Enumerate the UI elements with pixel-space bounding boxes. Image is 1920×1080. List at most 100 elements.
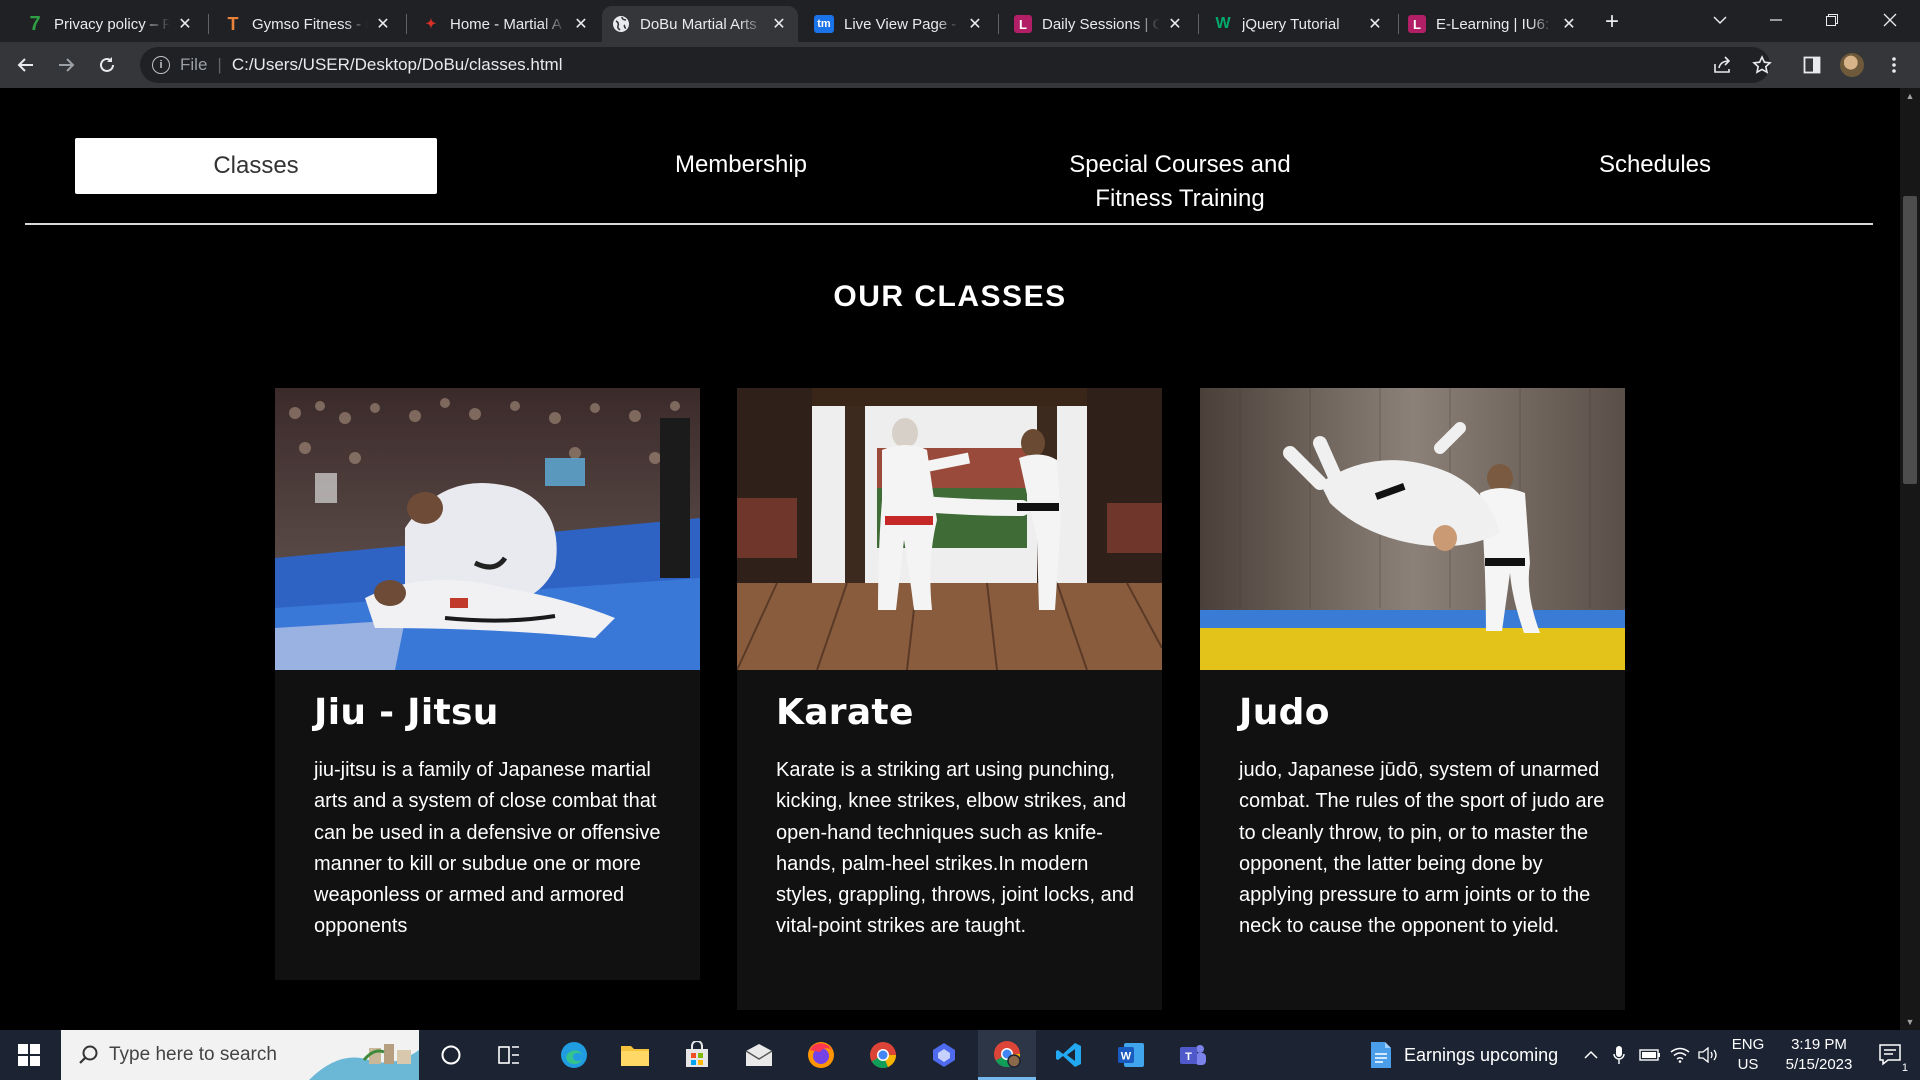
tab-title: Live View Page - — [844, 15, 957, 33]
tab-separator — [998, 14, 999, 34]
back-button[interactable] — [10, 49, 42, 81]
share-icon[interactable] — [1707, 49, 1739, 81]
tab-title: jQuery Tutorial — [1242, 15, 1340, 33]
taskbar-word[interactable]: W — [1102, 1030, 1160, 1080]
address-bar[interactable]: i File | C:/Users/USER/Desktop/DoBu/clas… — [140, 47, 1770, 83]
search-placeholder: Type here to search — [109, 1044, 277, 1065]
close-icon[interactable]: ✕ — [1166, 15, 1184, 33]
tab-title: Gymso Fitness - L — [252, 15, 368, 33]
scrollbar-thumb[interactable] — [1903, 196, 1917, 484]
class-name: Jiu - Jitsu — [314, 692, 499, 733]
taskbar-firefox[interactable] — [792, 1030, 850, 1080]
page-scrollbar[interactable]: ▲ ▼ — [1900, 88, 1920, 1030]
start-button[interactable] — [0, 1030, 58, 1080]
volume-icon[interactable] — [1694, 1030, 1722, 1080]
language-indicator[interactable]: ENG US — [1728, 1030, 1768, 1080]
windows-logo-icon — [18, 1044, 40, 1066]
menu-kebab-icon[interactable] — [1878, 49, 1910, 81]
search-icon — [79, 1045, 98, 1064]
close-icon[interactable]: ✕ — [176, 15, 194, 33]
close-window-button[interactable] — [1862, 0, 1918, 40]
news-widget[interactable]: Earnings upcoming — [1368, 1030, 1568, 1080]
new-tab-button[interactable]: + — [1598, 8, 1626, 36]
taskbar-mail[interactable] — [730, 1030, 788, 1080]
cortana-circle-icon — [441, 1045, 461, 1065]
browser-tab[interactable]: T Gymso Fitness - L ✕ — [214, 6, 402, 42]
scroll-down-arrow-icon[interactable]: ▼ — [1900, 1014, 1920, 1030]
microphone-icon[interactable] — [1606, 1030, 1632, 1080]
nav-special-courses-line1: Special Courses and — [1069, 151, 1291, 178]
close-icon[interactable]: ✕ — [770, 15, 788, 33]
taskbar-teams[interactable]: T — [1164, 1030, 1222, 1080]
nav-special-courses-line2: Fitness Training — [1095, 185, 1265, 212]
taskbar-vscode[interactable] — [1040, 1030, 1098, 1080]
search-highlight-image — [309, 1030, 419, 1080]
close-icon[interactable]: ✕ — [1560, 15, 1578, 33]
svg-text:W: W — [1121, 1051, 1132, 1063]
tab-separator — [1198, 14, 1199, 34]
close-icon[interactable]: ✕ — [374, 15, 392, 33]
w3-icon: W — [1215, 15, 1231, 32]
app-diamond-icon — [933, 1043, 955, 1067]
reload-button[interactable] — [91, 49, 123, 81]
judo-photo — [1200, 388, 1625, 670]
profile-avatar[interactable] — [1838, 51, 1866, 79]
minimize-button[interactable] — [1748, 0, 1804, 40]
taskbar-power-automate[interactable] — [915, 1030, 973, 1080]
wifi-icon[interactable] — [1666, 1030, 1694, 1080]
browser-tab[interactable]: tm Live View Page - ✕ — [804, 6, 994, 42]
bookmark-star-icon[interactable] — [1746, 49, 1778, 81]
news-widget-text: Earnings upcoming — [1404, 1044, 1559, 1065]
forward-button[interactable] — [50, 49, 82, 81]
browser-tab[interactable]: ✦ Home - Martial A ✕ — [412, 6, 600, 42]
jiu-jitsu-photo — [275, 388, 700, 670]
firefox-icon — [808, 1042, 834, 1068]
clock[interactable]: 3:19 PM 5/15/2023 — [1774, 1030, 1864, 1080]
cortana-button[interactable] — [422, 1030, 480, 1080]
taskbar-search[interactable]: Type here to search — [61, 1030, 419, 1080]
browser-tab[interactable]: 7 Privacy policy – Pi ✕ — [16, 6, 204, 42]
info-icon[interactable]: i — [152, 56, 170, 74]
nav-membership[interactable]: Membership — [591, 148, 891, 182]
scroll-up-arrow-icon[interactable]: ▲ — [1900, 88, 1920, 104]
earnings-report-icon — [1371, 1042, 1391, 1068]
browser-tab[interactable]: L Daily Sessions | C ✕ — [1004, 6, 1194, 42]
tab-search-icon[interactable] — [1692, 0, 1748, 40]
taskbar-store[interactable] — [668, 1030, 726, 1080]
browser-tab-strip: 7 Privacy policy – Pi ✕ T Gymso Fitness … — [0, 0, 1920, 42]
class-description: jiu-jitsu is a family of Japanese martia… — [314, 759, 661, 938]
side-panel-icon[interactable] — [1796, 49, 1828, 81]
restore-button[interactable] — [1804, 0, 1860, 40]
browser-tab-active[interactable]: DoBu Martial Arts ✕ — [602, 6, 798, 42]
nav-schedules[interactable]: Schedules — [1505, 148, 1805, 182]
browser-tab[interactable]: L E-Learning | IU6: ✕ — [1398, 6, 1588, 42]
task-view-button[interactable] — [480, 1030, 538, 1080]
chevron-up-icon[interactable] — [1580, 1030, 1602, 1080]
nav-special-courses[interactable]: Special Courses and Fitness Training — [1025, 148, 1335, 216]
address-divider: | — [217, 55, 222, 74]
class-description: Karate is a striking art using punching,… — [776, 759, 1134, 938]
taskbar-file-explorer[interactable] — [606, 1030, 664, 1080]
folder-icon — [621, 1046, 649, 1066]
taskbar-chrome-profile[interactable] — [978, 1030, 1036, 1080]
martial-icon: ✦ — [425, 16, 437, 31]
close-icon[interactable]: ✕ — [572, 15, 590, 33]
action-center-button[interactable]: 1 — [1868, 1030, 1914, 1080]
chrome-icon — [870, 1042, 896, 1069]
edge-icon — [561, 1042, 587, 1068]
url-text[interactable]: C:/Users/USER/Desktop/DoBu/classes.html — [232, 55, 563, 75]
notification-count: 1 — [1901, 1062, 1908, 1074]
taskbar-chrome[interactable] — [854, 1030, 912, 1080]
nav-classes[interactable]: Classes — [75, 138, 437, 194]
vscode-icon — [1056, 1043, 1081, 1067]
battery-icon[interactable] — [1636, 1030, 1664, 1080]
seven-icon: 7 — [29, 12, 41, 35]
section-title: OUR CLASSES — [833, 280, 1067, 313]
language-code: ENG — [1731, 1036, 1765, 1053]
close-icon[interactable]: ✕ — [966, 15, 984, 33]
windows-taskbar: Type here to search W T Earnings upcomin… — [0, 1030, 1920, 1080]
region-code: US — [1737, 1056, 1759, 1073]
taskbar-edge[interactable] — [545, 1030, 603, 1080]
close-icon[interactable]: ✕ — [1366, 15, 1384, 33]
browser-tab[interactable]: W jQuery Tutorial ✕ — [1204, 6, 1394, 42]
